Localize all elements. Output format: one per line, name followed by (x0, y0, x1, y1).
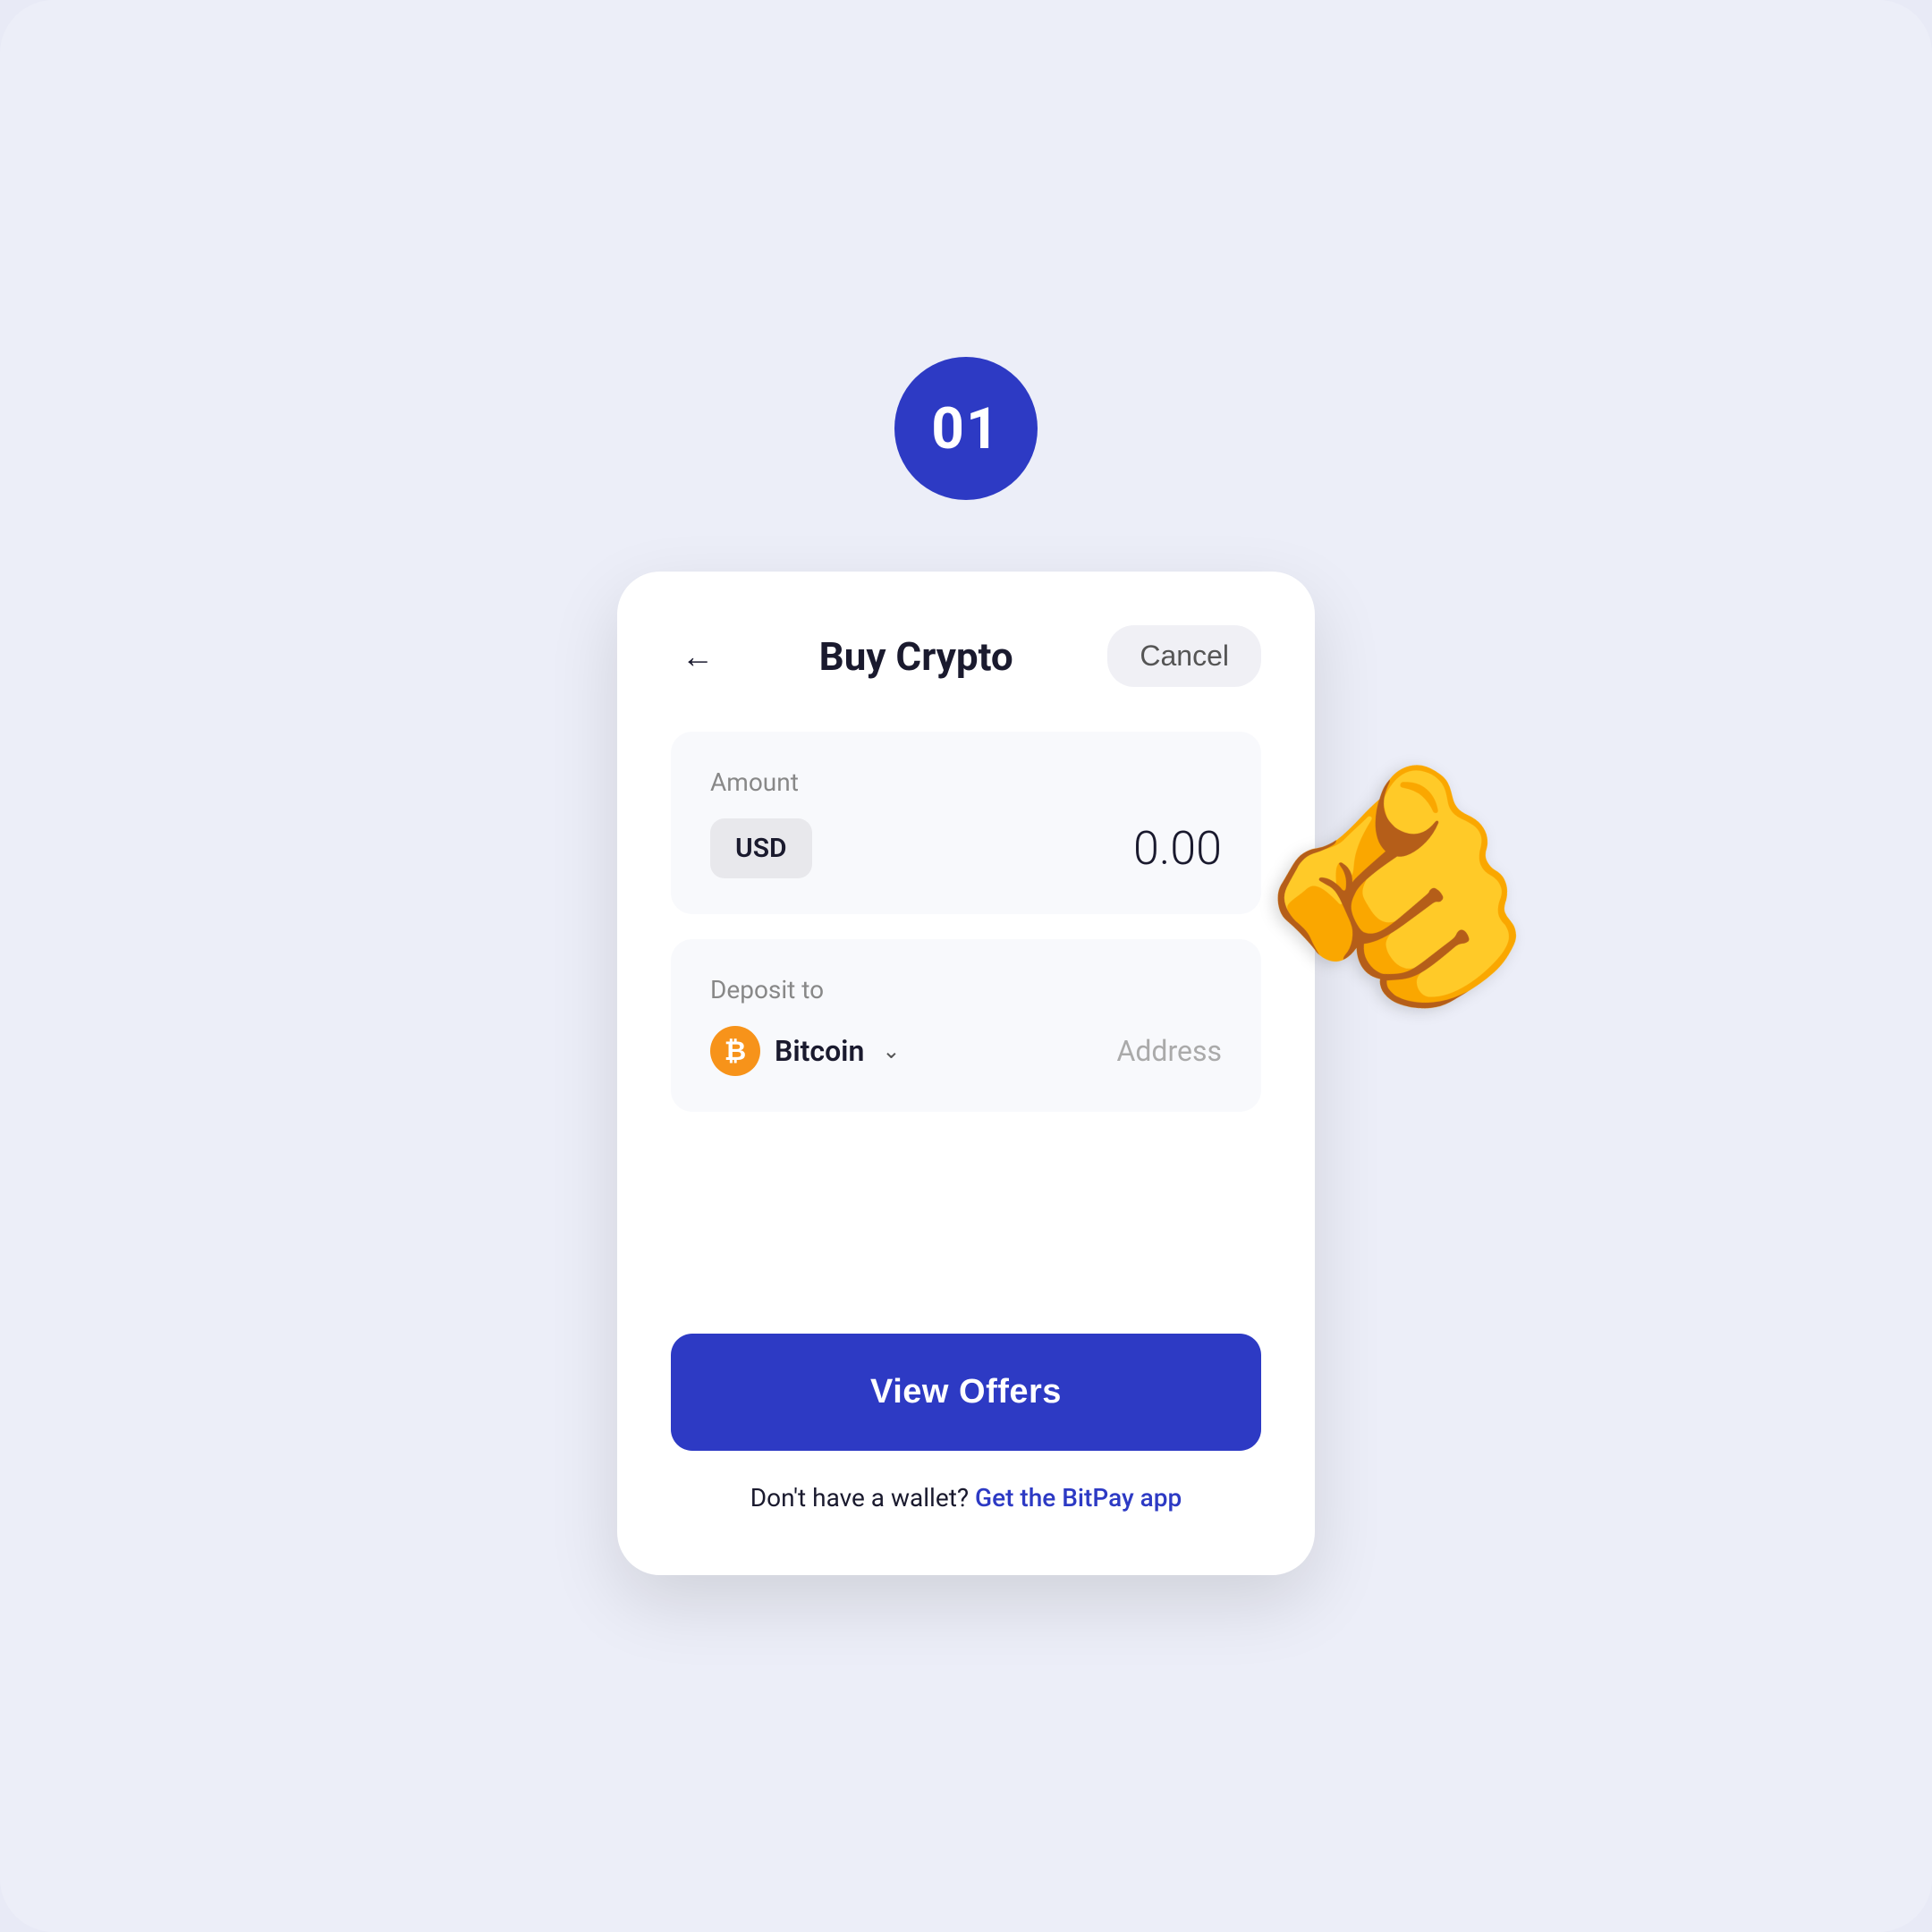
deposit-label: Deposit to (710, 975, 1222, 1004)
view-offers-button[interactable]: View Offers (671, 1334, 1261, 1451)
amount-value[interactable]: 0.00 (1133, 821, 1222, 876)
step-number: 01 (931, 395, 1000, 462)
bitcoin-label: Bitcoin (775, 1034, 864, 1068)
step-badge: 01 (894, 357, 1038, 500)
hand-decoration: 🫵 (1240, 745, 1565, 1024)
amount-section: Amount USD 0.00 (671, 732, 1261, 914)
chevron-down-icon: ⌄ (882, 1038, 900, 1063)
amount-row: USD 0.00 (710, 818, 1222, 878)
get-bitpay-link[interactable]: Get the BitPay app (975, 1483, 1182, 1513)
deposit-section: Deposit to ₿ Bitcoin ⌄ Address (671, 939, 1261, 1112)
crypto-selector[interactable]: ₿ Bitcoin ⌄ (710, 1026, 900, 1076)
phone-container: ← Buy Crypto Cancel Amount USD 0.00 Depo… (617, 572, 1315, 1575)
amount-label: Amount (710, 767, 1222, 797)
address-placeholder[interactable]: Address (1116, 1034, 1222, 1068)
page-wrapper: 01 ← Buy Crypto Cancel Amount USD 0.00 (0, 0, 1932, 1932)
header: ← Buy Crypto Cancel (671, 625, 1261, 687)
bitcoin-symbol: ₿ (724, 1036, 746, 1067)
page-title: Buy Crypto (819, 633, 1013, 680)
back-arrow-icon: ← (682, 638, 714, 675)
deposit-row: ₿ Bitcoin ⌄ Address (710, 1026, 1222, 1076)
currency-badge[interactable]: USD (710, 818, 812, 878)
footer-static-text: Don't have a wallet? (750, 1483, 969, 1513)
phone-card: ← Buy Crypto Cancel Amount USD 0.00 Depo… (617, 572, 1315, 1575)
spacer (671, 1137, 1261, 1334)
bitcoin-icon: ₿ (710, 1026, 760, 1076)
cancel-button[interactable]: Cancel (1107, 625, 1261, 687)
back-button[interactable]: ← (671, 630, 724, 683)
footer-text: Don't have a wallet? Get the BitPay app (671, 1483, 1261, 1513)
